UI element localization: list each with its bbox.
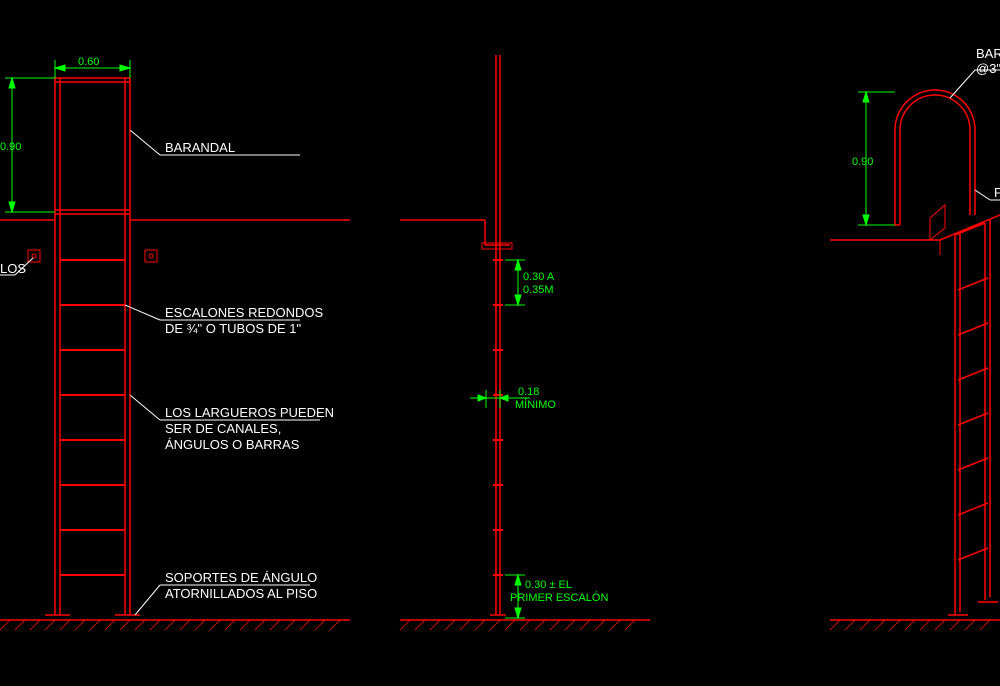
label-p: P <box>994 185 1000 200</box>
label-soportes-1: SOPORTES DE ÁNGULO <box>165 570 317 585</box>
label-largueros-3: ÁNGULOS O BARRAS <box>165 437 300 452</box>
label-soportes-2: ATORNILLADOS AL PISO <box>165 586 317 601</box>
label-escalones-1: ESCALONES REDONDOS <box>165 305 324 320</box>
dim-018: 0.18 <box>518 386 539 398</box>
side-elevation: 0.30 A 0.35M 0.18 MÍNIMO 0.30 ± EL PRIME… <box>400 55 650 630</box>
dim-060-text: 0.60 <box>78 56 99 68</box>
dim-090-iso: 0.90 <box>852 156 873 168</box>
dim-030a: 0.30 A <box>523 271 555 283</box>
label-los: LOS <box>0 261 26 276</box>
label-bar: BAR <box>976 46 1000 61</box>
dim-035m: 0.35M <box>523 284 554 296</box>
label-barandal: BARANDAL <box>165 140 235 155</box>
dim-minimo: MÍNIMO <box>515 398 556 411</box>
label-largueros-2: SER DE CANALES, <box>165 421 281 436</box>
label-largueros-1: LOS LARGUEROS PUEDEN <box>165 405 334 420</box>
label-at3: @3" <box>976 61 1000 76</box>
front-elevation: 0.90 0.60 BARANDAL ESCALONES REDONDOS DE… <box>0 56 350 630</box>
iso-view: 0.90 BAR @3" P <box>830 46 1000 630</box>
dim-090-text: 0.90 <box>0 141 21 153</box>
dim-primer: PRIMER ESCALÓN <box>510 591 608 604</box>
cad-drawing: 0.90 0.60 BARANDAL ESCALONES REDONDOS DE… <box>0 0 1000 686</box>
label-escalones-2: DE ¾" O TUBOS DE 1" <box>165 321 302 336</box>
dim-030el: 0.30 ± EL <box>525 579 572 591</box>
